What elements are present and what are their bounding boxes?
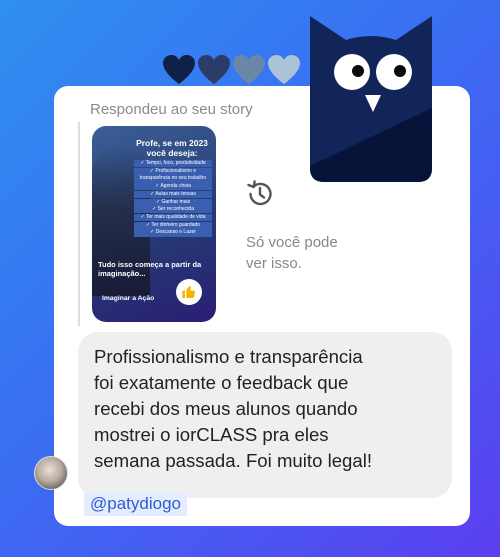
heart-icon [198, 55, 230, 84]
story-checklist-item: ✓ Agenda cheia [134, 183, 212, 191]
hearts-row [162, 54, 301, 86]
story-brand: Imaginar a Ação [102, 295, 155, 302]
story-checklist-item: ✓ Ser reconhecida [134, 206, 212, 214]
story-checklist-item: ✓ Ter dinheiro guardado [134, 221, 212, 229]
story-thumbnail[interactable]: Profe, se em 2023 você deseja: ✓ Tempo, … [92, 126, 216, 322]
sender-handle[interactable]: @patydiogo [84, 492, 187, 516]
story-title: Profe, se em 2023 você deseja: [136, 138, 208, 158]
story-checklist-item: ✓ Tempo, foco, produtividade [134, 160, 212, 168]
heart-icon [233, 55, 265, 84]
replied-label: Respondeu ao seu story [90, 101, 253, 118]
story-checklist-item: ✓ Ter mais qualidade de vida [134, 213, 212, 222]
story-checklist: ✓ Tempo, foco, produtividade ✓ Profissio… [134, 160, 212, 237]
avatar[interactable] [34, 456, 68, 490]
story-checklist-item: ✓ Descanso e Lazer [134, 229, 212, 237]
thumbs-up-icon [182, 286, 195, 298]
story-checklist-item: ✓ Ganhar mais [134, 198, 212, 206]
story-checklist-item: transparência no seu trabalho [134, 175, 212, 183]
story-checklist-item: ✓ Aulas mais tensas [134, 190, 212, 199]
owl-logo-icon [310, 16, 432, 182]
visibility-notice: Só você pode ver isso. [246, 234, 338, 272]
message-bubble[interactable]: Profissionalismo e transparência foi exa… [78, 332, 452, 498]
reply-divider [78, 122, 80, 326]
story-like-sticker [176, 279, 202, 305]
story-tagline: Tudo isso começa a partir da imaginação.… [98, 260, 202, 278]
heart-icon [268, 55, 300, 84]
story-checklist-item: ✓ Profissionalismo e [134, 167, 212, 175]
message-text: Profissionalismo e transparência foi exa… [94, 346, 373, 471]
heart-icon [163, 55, 195, 84]
history-icon [247, 180, 272, 206]
